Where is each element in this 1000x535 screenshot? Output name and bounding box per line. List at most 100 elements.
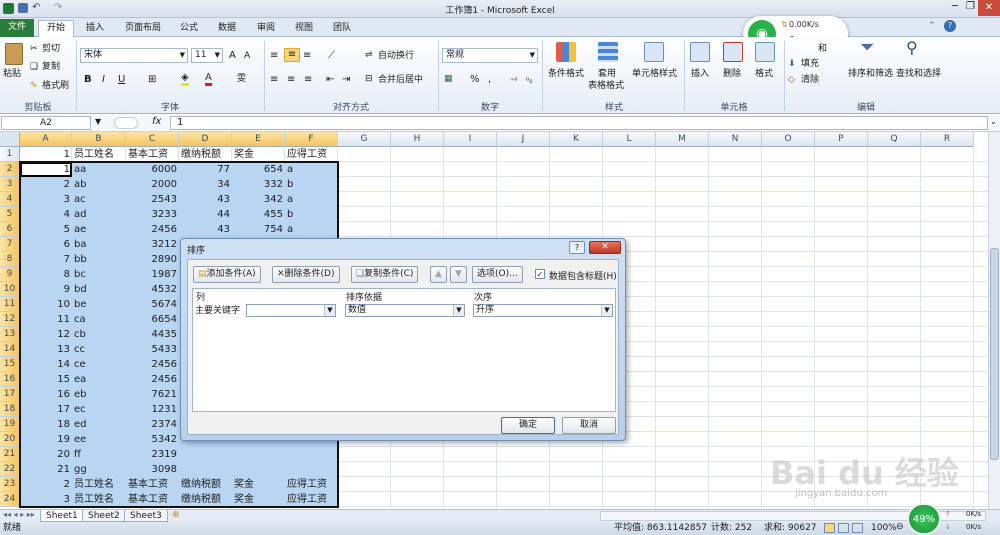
cell[interactable]: cc xyxy=(72,342,126,357)
formula-input[interactable]: 1 xyxy=(170,116,988,130)
column-header-P[interactable]: P xyxy=(815,132,868,147)
comma-button[interactable]: , xyxy=(488,74,491,85)
cell[interactable]: ca xyxy=(72,312,126,327)
cell[interactable]: 43 xyxy=(179,222,232,237)
cell[interactable]: 13 xyxy=(20,342,72,357)
sort-filter-button[interactable]: 排序和筛选 xyxy=(848,69,893,80)
ribbon-collapse-icon[interactable]: ⌃ xyxy=(928,21,936,31)
sheet-nav-icons[interactable]: ◂◂ ◂ ▸ ▸▸ xyxy=(3,510,35,519)
options-button[interactable]: 选项(O)... xyxy=(472,266,523,283)
minimize-icon[interactable]: ─ xyxy=(952,1,958,12)
select-all-button[interactable] xyxy=(0,132,20,147)
cell[interactable]: 奖金 xyxy=(232,147,285,162)
phonetic-icon[interactable]: 雯 xyxy=(237,74,246,85)
cut-button[interactable]: 剪切 xyxy=(42,44,60,55)
cell[interactable]: bb xyxy=(72,252,126,267)
row-header[interactable]: 1 xyxy=(0,147,20,162)
format-cells-button[interactable]: 格式 xyxy=(755,69,773,80)
cell[interactable]: 奖金 xyxy=(232,492,285,507)
tab-formulas[interactable]: 公式 xyxy=(172,21,206,37)
column-header-D[interactable]: D xyxy=(179,132,232,147)
cell[interactable]: ff xyxy=(72,447,126,462)
copy-level-button[interactable]: ❏复制条件(C) xyxy=(351,266,419,283)
cell[interactable]: 21 xyxy=(20,462,72,477)
font-name-box[interactable]: 宋体 ▼ xyxy=(80,48,188,63)
column-header-I[interactable]: I xyxy=(444,132,497,147)
cell[interactable]: 1231 xyxy=(126,402,179,417)
paste-button[interactable]: 粘贴 xyxy=(3,69,21,80)
cell[interactable]: 5 xyxy=(20,222,72,237)
italic-button[interactable]: I xyxy=(102,74,105,85)
cell[interactable]: 1 xyxy=(20,162,72,177)
column-header-B[interactable]: B xyxy=(72,132,126,147)
cell[interactable]: 16 xyxy=(20,387,72,402)
align-top-icon[interactable]: ≡ xyxy=(270,50,278,61)
copy-button[interactable]: 复制 xyxy=(42,62,60,73)
row-header[interactable]: 23 xyxy=(0,477,20,492)
cell[interactable]: 8 xyxy=(20,267,72,282)
font-size-box[interactable]: 11 ▼ xyxy=(191,48,223,63)
cell[interactable]: ad xyxy=(72,207,126,222)
delete-level-button[interactable]: ✕删除条件(D) xyxy=(272,266,340,283)
cell[interactable]: 43 xyxy=(179,192,232,207)
decrease-indent-icon[interactable]: ⇤ xyxy=(326,74,334,85)
increase-indent-icon[interactable]: ⇥ xyxy=(342,74,350,85)
name-box[interactable]: A2 xyxy=(1,116,91,130)
column-header-O[interactable]: O xyxy=(762,132,815,147)
close-window-icon[interactable]: ✕ xyxy=(978,0,1000,16)
conditional-format-button[interactable]: 条件格式 xyxy=(548,69,584,80)
cell[interactable]: 3 xyxy=(20,492,72,507)
autosum-button[interactable]: 和 xyxy=(818,44,827,55)
cell[interactable]: 2000 xyxy=(126,177,179,192)
cell[interactable]: cb xyxy=(72,327,126,342)
cell[interactable]: be xyxy=(72,297,126,312)
expand-formula-icon[interactable]: ⌄ xyxy=(990,117,997,126)
format-painter-button[interactable]: 格式刷 xyxy=(42,81,69,92)
column-header-K[interactable]: K xyxy=(550,132,603,147)
cell[interactable]: 2 xyxy=(20,477,72,492)
cell-styles-button[interactable]: 单元格样式 xyxy=(632,69,677,80)
cell[interactable]: 7 xyxy=(20,252,72,267)
row-header[interactable]: 2 xyxy=(0,162,20,177)
page-break-view-icon[interactable] xyxy=(852,523,863,533)
cell[interactable]: eb xyxy=(72,387,126,402)
format-cells-icon[interactable] xyxy=(755,42,775,62)
cancel-button[interactable]: 取消 xyxy=(562,417,616,434)
tab-review[interactable]: 审阅 xyxy=(249,21,283,37)
row-header[interactable]: 13 xyxy=(0,327,20,342)
cell[interactable]: 754 xyxy=(232,222,285,237)
column-header-Q[interactable]: Q xyxy=(868,132,921,147)
cell[interactable]: 77 xyxy=(179,162,232,177)
row-header[interactable]: 24 xyxy=(0,492,20,507)
dialog-close-button[interactable]: ✕ xyxy=(589,241,621,254)
cell[interactable]: b xyxy=(285,177,338,192)
cell[interactable]: 18 xyxy=(20,417,72,432)
cell[interactable]: 2890 xyxy=(126,252,179,267)
cell[interactable]: 5342 xyxy=(126,432,179,447)
cell[interactable]: 员工姓名 xyxy=(72,477,126,492)
cell[interactable]: 3 xyxy=(20,192,72,207)
row-header[interactable]: 16 xyxy=(0,372,20,387)
fill-button[interactable]: 填充 xyxy=(801,59,819,70)
formula-divider-handle[interactable] xyxy=(114,117,138,129)
cell[interactable]: 应得工资 xyxy=(285,492,338,507)
tab-insert[interactable]: 插入 xyxy=(78,21,112,37)
tab-data[interactable]: 数据 xyxy=(210,21,244,37)
cell[interactable]: 奖金 xyxy=(232,477,285,492)
cell[interactable]: 3233 xyxy=(126,207,179,222)
cell[interactable]: 基本工资 xyxy=(126,147,179,162)
cell[interactable]: ed xyxy=(72,417,126,432)
column-header-J[interactable]: J xyxy=(497,132,550,147)
cell[interactable]: 10 xyxy=(20,297,72,312)
cell[interactable]: 4532 xyxy=(126,282,179,297)
row-header[interactable]: 14 xyxy=(0,342,20,357)
cell[interactable]: ae xyxy=(72,222,126,237)
align-bottom-icon[interactable]: ≡ xyxy=(303,50,311,61)
column-header-C[interactable]: C xyxy=(126,132,179,147)
column-header-N[interactable]: N xyxy=(709,132,762,147)
row-header[interactable]: 11 xyxy=(0,297,20,312)
cell[interactable]: 6654 xyxy=(126,312,179,327)
insert-cells-icon[interactable] xyxy=(690,42,710,62)
column-header-G[interactable]: G xyxy=(338,132,391,147)
underline-button[interactable]: U xyxy=(118,74,125,85)
